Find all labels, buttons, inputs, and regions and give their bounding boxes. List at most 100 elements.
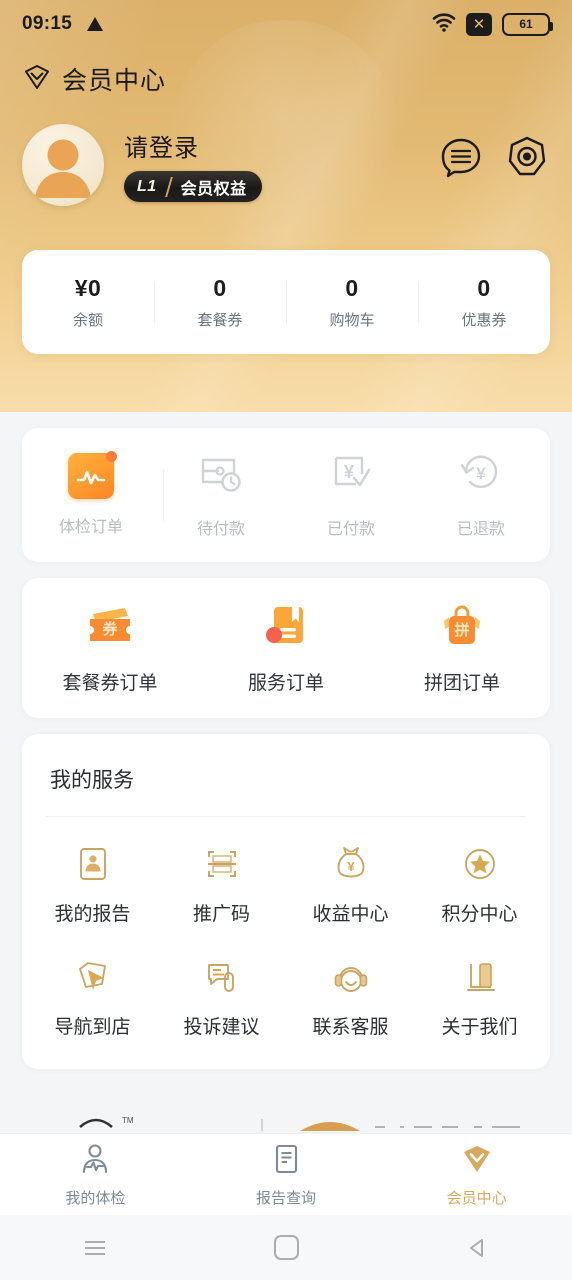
order-label: 体检订单: [58, 519, 123, 536]
stat-balance[interactable]: ¥0 余额: [22, 275, 154, 330]
battery-indicator: 61: [502, 12, 553, 36]
recents-menu-icon[interactable]: [0, 1236, 191, 1260]
svg-text:券: 券: [102, 620, 118, 638]
svg-text:¥: ¥: [347, 859, 355, 874]
scrolled-content-peek: TM: [0, 1105, 572, 1133]
hexagon-settings-icon[interactable]: [504, 134, 550, 185]
service-item-promo-code[interactable]: 推广码: [157, 843, 286, 926]
service-label: 我的报告: [54, 904, 131, 925]
stat-label: 优惠券: [461, 311, 507, 329]
order-entry-service[interactable]: 服务订单: [198, 601, 374, 695]
person-pulse-icon: [78, 1142, 112, 1181]
health-exam-pulse-icon: [68, 451, 117, 499]
services-grid: 我的报告 推广码 ¥ 收益中心 积分中心 导航到店 投诉建议 联系客服 关于我们: [22, 817, 550, 1069]
other-orders-card: 券 套餐券订单 服务订单 拼 拼团订单: [22, 578, 550, 718]
wifi-icon: [432, 12, 456, 37]
badge-divider: [164, 176, 173, 197]
member-level-label: L1: [137, 177, 157, 195]
no-sim-icon: ✕: [466, 12, 492, 36]
member-benefits-label: 会员权益: [180, 180, 247, 198]
service-item-feedback[interactable]: 投诉建议: [157, 956, 286, 1039]
order-entry-package-coupon[interactable]: 券 套餐券订单: [22, 601, 198, 695]
service-item-my-report[interactable]: 我的报告: [28, 843, 157, 926]
service-label: 关于我们: [441, 1017, 518, 1038]
navigation-cursor-icon: [72, 956, 114, 998]
my-services-card: 我的服务 我的报告 推广码 ¥ 收益中心 积分中心 导航到店 投诉建议 联系客服…: [22, 734, 550, 1069]
document-lines-icon: [269, 1142, 303, 1181]
stat-value: 0: [213, 274, 227, 301]
warning-triangle-icon: [86, 16, 104, 32]
page-title-bar: 会员中心: [0, 48, 572, 98]
exam-orders-card: 体检订单 待付款 ¥ 已付款 ¥ 已退款: [22, 428, 550, 562]
avatar[interactable]: [22, 124, 104, 206]
service-item-points-center[interactable]: 积分中心: [415, 843, 544, 926]
stat-value: 0: [477, 274, 491, 301]
star-circle-icon: [459, 843, 501, 885]
stat-shopping-cart[interactable]: 0 购物车: [286, 275, 418, 330]
service-label: 投诉建议: [183, 1017, 260, 1038]
chat-bubble-icon[interactable]: [438, 134, 484, 185]
order-entry-refunded[interactable]: ¥ 已退款: [416, 452, 546, 539]
wallet-clock-icon: [198, 452, 244, 501]
android-navigation-bar: [0, 1215, 572, 1280]
money-bag-icon: ¥: [330, 843, 372, 885]
service-label: 推广码: [192, 904, 250, 925]
login-prompt[interactable]: 请登录: [124, 128, 262, 163]
section-title: 我的服务: [50, 769, 134, 792]
member-header: 09:15 ✕ 61 会员中心 请登录 L1 会员权益 ¥0 余额 0 套餐券 …: [0, 0, 572, 412]
tab-my-exam[interactable]: 我的体检: [0, 1142, 191, 1208]
order-entry-health-exam[interactable]: 体检订单: [26, 451, 156, 537]
user-avatar-placeholder-icon: [35, 139, 91, 198]
stat-label: 余额: [72, 311, 103, 329]
tab-member-center[interactable]: 会员中心: [381, 1142, 572, 1208]
status-indicators: ✕ 61: [432, 12, 553, 37]
feedback-hand-icon: [201, 956, 243, 998]
service-book-icon: [259, 601, 313, 654]
tab-label: 我的体检: [65, 1189, 126, 1207]
qr-scan-icon: [201, 843, 243, 885]
order-label: 套餐券订单: [62, 673, 158, 694]
service-label: 积分中心: [441, 904, 518, 925]
yuan-refund-icon: ¥: [458, 452, 504, 501]
order-label: 已付款: [326, 520, 375, 538]
order-label: 服务订单: [247, 673, 324, 694]
diamond-shield-icon: [22, 62, 52, 97]
svg-text:¥: ¥: [476, 464, 486, 483]
tab-label: 报告查询: [256, 1189, 317, 1207]
service-item-navigate-to-store[interactable]: 导航到店: [28, 956, 157, 1039]
stat-label: 套餐券: [197, 311, 243, 329]
member-level-badge[interactable]: L1 会员权益: [124, 171, 262, 202]
wallet-stats-card: ¥0 余额 0 套餐券 0 购物车 0 优惠券: [22, 250, 550, 354]
service-label: 收益中心: [312, 904, 389, 925]
yuan-check-icon: ¥: [328, 452, 374, 501]
order-entry-pending-payment[interactable]: 待付款: [156, 452, 286, 539]
order-entry-group-buy[interactable]: 拼 拼团订单: [374, 601, 550, 695]
status-bar: 09:15 ✕ 61: [0, 0, 572, 48]
order-label: 拼团订单: [423, 673, 500, 694]
bottom-tab-bar: 我的体检 报告查询 会员中心: [0, 1133, 572, 1215]
battery-level: 61: [519, 17, 533, 31]
svg-text:¥: ¥: [344, 462, 354, 482]
order-entry-paid[interactable]: ¥ 已付款: [286, 452, 416, 539]
main-content: 体检订单 待付款 ¥ 已付款 ¥ 已退款 券 套餐券订单 服务订单 拼 拼团订单…: [0, 428, 572, 1069]
page-title: 会员中心: [62, 67, 167, 95]
stat-coupons[interactable]: 0 优惠券: [418, 275, 550, 330]
back-triangle-icon[interactable]: [381, 1235, 572, 1261]
about-door-icon: [459, 956, 501, 998]
service-label: 导航到店: [54, 1017, 131, 1038]
tab-label: 会员中心: [446, 1189, 507, 1207]
status-time: 09:15: [22, 13, 73, 34]
svg-text:TM: TM: [122, 1116, 134, 1125]
coupon-ticket-icon: 券: [83, 601, 137, 654]
tab-report-query[interactable]: 报告查询: [191, 1142, 382, 1208]
stat-value: 0: [345, 274, 359, 301]
service-item-about-us[interactable]: 关于我们: [415, 956, 544, 1039]
profile-section: 请登录 L1 会员权益: [0, 98, 572, 210]
home-square-icon[interactable]: [191, 1235, 382, 1260]
stat-package-coupons[interactable]: 0 套餐券: [154, 275, 286, 330]
service-item-earnings-center[interactable]: ¥ 收益中心: [286, 843, 415, 926]
home-square-shape: [273, 1235, 299, 1260]
svg-text:拼: 拼: [454, 621, 469, 639]
service-item-contact-support[interactable]: 联系客服: [286, 956, 415, 1039]
stat-label: 购物车: [329, 311, 375, 329]
